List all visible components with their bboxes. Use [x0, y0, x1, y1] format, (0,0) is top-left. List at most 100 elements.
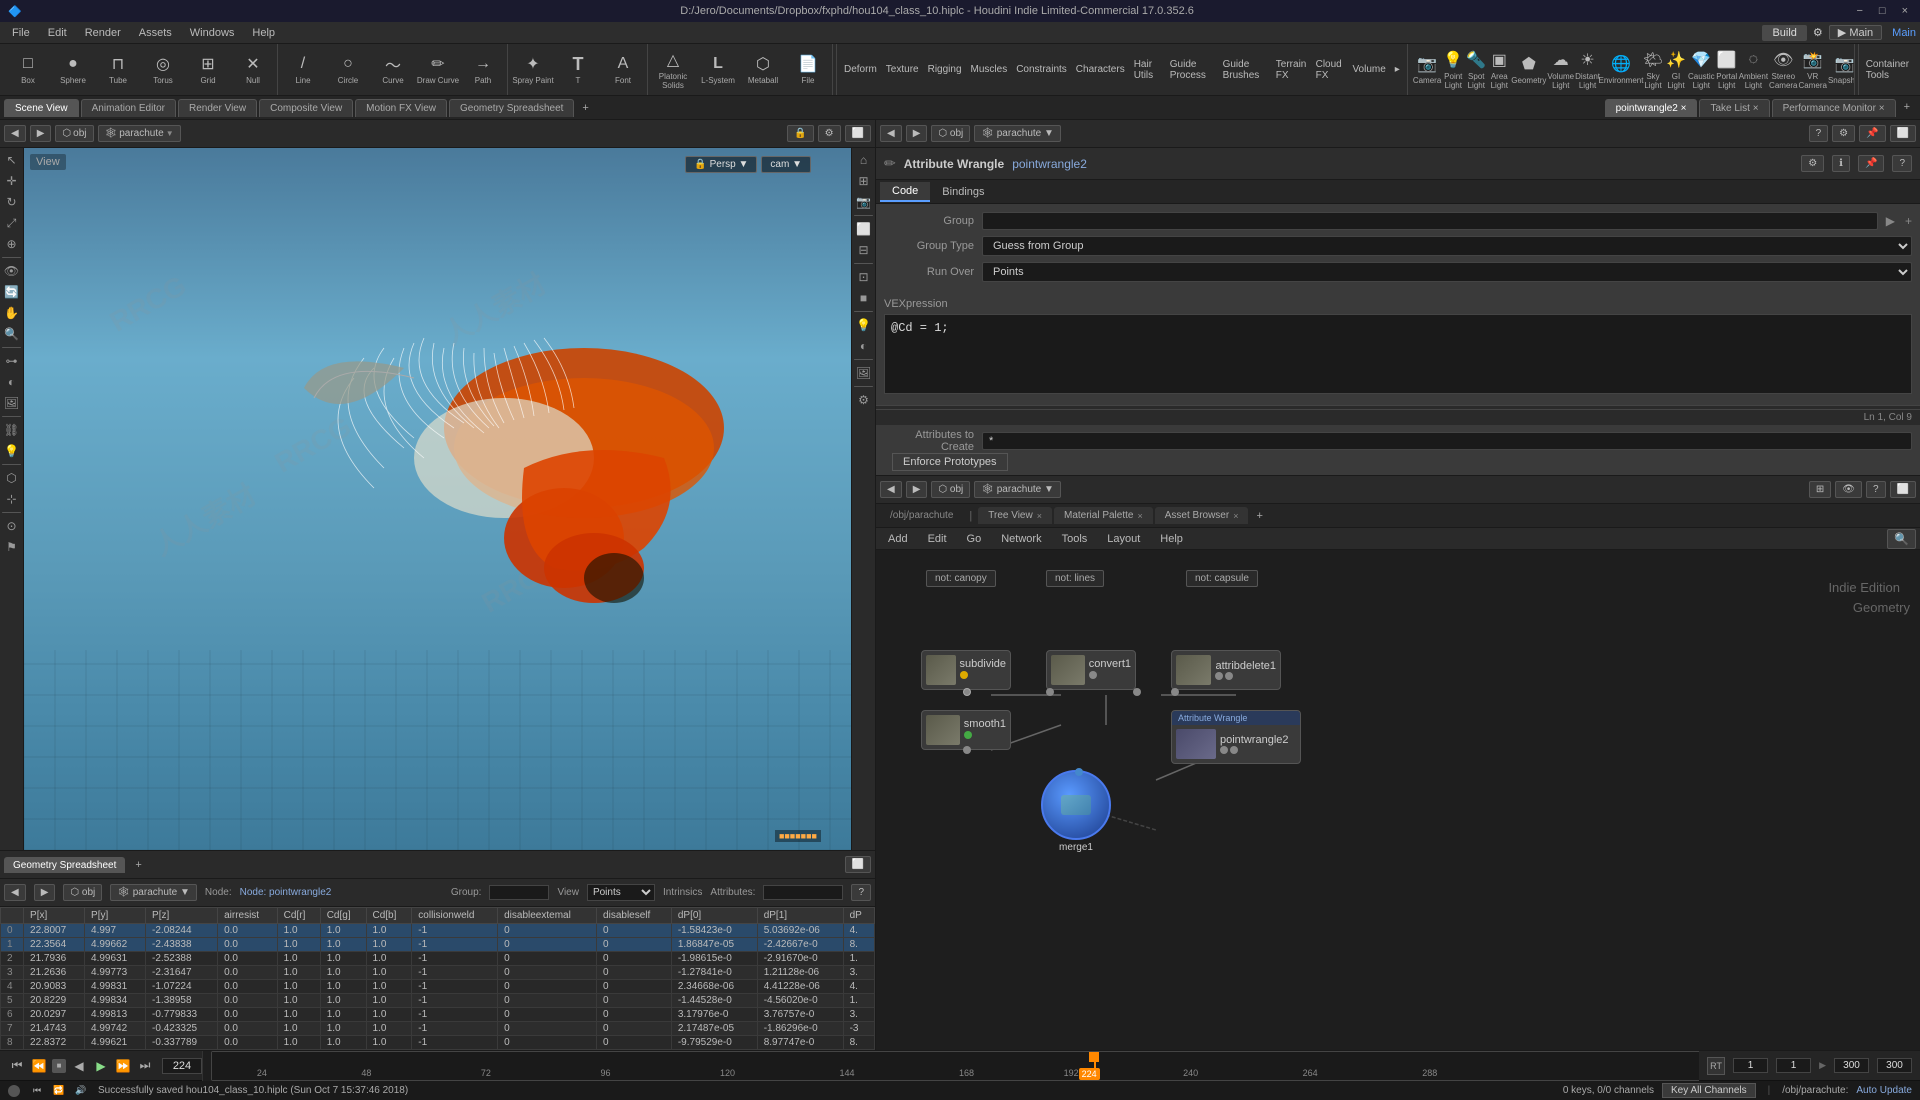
cell-value[interactable]: 0.0: [218, 924, 278, 938]
ss-view-select[interactable]: Points Vertices Primitives Detail: [587, 884, 655, 901]
snap-tool[interactable]: ⊶: [2, 351, 22, 371]
guide-process-menu[interactable]: Guide Process: [1166, 59, 1218, 81]
viewport-maximize-button[interactable]: ⬜: [845, 125, 871, 142]
cloud-fx-menu[interactable]: Cloud FX: [1312, 59, 1348, 81]
ng-nav-back[interactable]: ◀: [880, 481, 902, 498]
cell-value[interactable]: 0.0: [218, 938, 278, 952]
cell-value[interactable]: 3.17976e-0: [671, 1008, 757, 1022]
side-camera-button[interactable]: 📷: [854, 192, 874, 212]
cell-value[interactable]: 1.0: [277, 938, 320, 952]
tool-path[interactable]: → Path: [461, 47, 505, 93]
cell-value[interactable]: 0: [498, 938, 597, 952]
cell-value[interactable]: 20.0297: [24, 1008, 85, 1022]
cell-value[interactable]: 21.4743: [24, 1022, 85, 1036]
cell-value[interactable]: 0.0: [218, 1036, 278, 1050]
ng-nav-forward[interactable]: ▶: [906, 481, 928, 498]
tool-caustic-light[interactable]: 💎 Caustic Light: [1688, 47, 1715, 93]
col-header-disableself[interactable]: disableself: [597, 908, 672, 924]
cell-value[interactable]: 1.0: [320, 1022, 366, 1036]
cell-value[interactable]: 1.: [843, 994, 874, 1008]
cell-value[interactable]: 0: [498, 980, 597, 994]
cell-value[interactable]: 1.0: [277, 1022, 320, 1036]
row-num[interactable]: 0: [1, 924, 24, 938]
cell-value[interactable]: 0.0: [218, 980, 278, 994]
ss-attributes-input[interactable]: [763, 885, 843, 900]
cell-value[interactable]: 1.0: [366, 952, 412, 966]
cell-value[interactable]: 3.76757e-0: [757, 1008, 843, 1022]
tool-sky-light[interactable]: 🌤 Sky Light: [1642, 47, 1664, 93]
rp-obj-button[interactable]: ⬡ obj: [931, 125, 970, 142]
cell-value[interactable]: 1.0: [366, 1008, 412, 1022]
frame-number-input[interactable]: [162, 1058, 202, 1074]
cell-value[interactable]: 1.0: [277, 1008, 320, 1022]
tool-sphere[interactable]: ● Sphere: [51, 47, 95, 93]
node-attribdelete1[interactable]: attribdelete1: [1171, 650, 1281, 690]
render-tool[interactable]: 🖼: [2, 393, 22, 413]
ng-add-tab[interactable]: +: [1250, 508, 1268, 524]
cell-value[interactable]: -1.98615e-0: [671, 952, 757, 966]
key-all-channels-button[interactable]: Key All Channels: [1662, 1083, 1756, 1098]
group-expand-icon[interactable]: ▶: [1886, 214, 1895, 228]
nav-forward-button[interactable]: ▶: [30, 125, 52, 142]
cell-value[interactable]: 0: [597, 966, 672, 980]
cell-value[interactable]: 0: [597, 994, 672, 1008]
terrain-fx-menu[interactable]: Terrain FX: [1272, 59, 1311, 81]
cell-value[interactable]: 0.0: [218, 952, 278, 966]
cell-value[interactable]: -2.31647: [146, 966, 218, 980]
cell-value[interactable]: 0: [498, 994, 597, 1008]
titlebar-controls[interactable]: − □ ×: [1852, 5, 1912, 17]
volume-menu[interactable]: Volume: [1348, 64, 1389, 75]
ss-maximize-button[interactable]: ⬜: [845, 856, 871, 873]
rp-nav-forward[interactable]: ▶: [906, 125, 928, 142]
timeline-play[interactable]: ▶: [92, 1057, 110, 1075]
col-header-pz[interactable]: P[z]: [146, 908, 218, 924]
cell-value[interactable]: 1.0: [366, 1022, 412, 1036]
cell-value[interactable]: -1.58423e-0: [671, 924, 757, 938]
cell-value[interactable]: 1.0: [366, 938, 412, 952]
cell-value[interactable]: 1.0: [320, 924, 366, 938]
cell-value[interactable]: -1: [412, 994, 498, 1008]
ss-help-button[interactable]: ?: [851, 884, 871, 901]
attrib-info-button[interactable]: ℹ: [1832, 155, 1850, 172]
cell-value[interactable]: 4.99621: [85, 1036, 146, 1050]
group-input[interactable]: [982, 212, 1878, 230]
attrib-gear-button[interactable]: ⚙: [1801, 155, 1824, 172]
ss-parachute-button[interactable]: 🕸 parachute ▼: [110, 884, 197, 901]
tool-file[interactable]: 📄 File: [786, 47, 830, 93]
cell-value[interactable]: 4.: [843, 924, 874, 938]
status-rewind-button[interactable]: ⏮: [28, 1082, 46, 1100]
cell-value[interactable]: 0.0: [218, 994, 278, 1008]
parachute-button[interactable]: 🕸 parachute ▼: [98, 125, 181, 142]
cell-value[interactable]: 3.: [843, 966, 874, 980]
cell-value[interactable]: 1.0: [320, 952, 366, 966]
cell-value[interactable]: 1.0: [277, 966, 320, 980]
minimize-button[interactable]: −: [1852, 5, 1866, 17]
display-tool[interactable]: ◐: [2, 372, 22, 392]
tab-scene-view[interactable]: Scene View: [4, 99, 79, 117]
cell-value[interactable]: 1.0: [277, 994, 320, 1008]
cell-value[interactable]: -1: [412, 952, 498, 966]
tool-metaball[interactable]: ⬡ Metaball: [741, 47, 785, 93]
viewport-3d[interactable]: View 🔒 Persp ▼ cam ▼ RRCG RRCG RRCG 人人素材…: [24, 148, 851, 850]
tool-geometry-light[interactable]: ⬟ Geometry: [1511, 47, 1546, 93]
add-tab-button[interactable]: +: [576, 100, 594, 116]
side-shadow-button[interactable]: ◐: [854, 336, 874, 356]
tool-vr-camera[interactable]: 📸 VR Camera: [1799, 47, 1827, 93]
tool-portal-light[interactable]: ⬜ Portal Light: [1716, 47, 1738, 93]
rotate-tool[interactable]: ↻: [2, 192, 22, 212]
ss-nav-forward[interactable]: ▶: [34, 884, 56, 901]
group-type-select[interactable]: Guess from Group Points Vertices Primiti…: [982, 236, 1912, 256]
tumble-tool[interactable]: 🔄: [2, 282, 22, 302]
cell-value[interactable]: -1.07224: [146, 980, 218, 994]
tool-volume-light[interactable]: ☁ Volume Light: [1547, 47, 1574, 93]
spreadsheet-table-container[interactable]: P[x] P[y] P[z] airresist Cd[r] Cd[g] Cd[…: [0, 907, 875, 1050]
node-smooth1[interactable]: smooth1: [921, 710, 1011, 750]
rp-parachute-button[interactable]: 🕸 parachute ▼: [974, 125, 1061, 142]
col-header-dp1[interactable]: dP[1]: [757, 908, 843, 924]
side-light-button[interactable]: 💡: [854, 315, 874, 335]
zoom-tool[interactable]: 🔍: [2, 324, 22, 344]
cell-value[interactable]: 0.0: [218, 1022, 278, 1036]
tool-spray-paint[interactable]: ✦ Spray Paint: [511, 47, 555, 93]
rp-pin-button[interactable]: 📌: [1859, 125, 1885, 142]
cell-value[interactable]: 0: [498, 1036, 597, 1050]
